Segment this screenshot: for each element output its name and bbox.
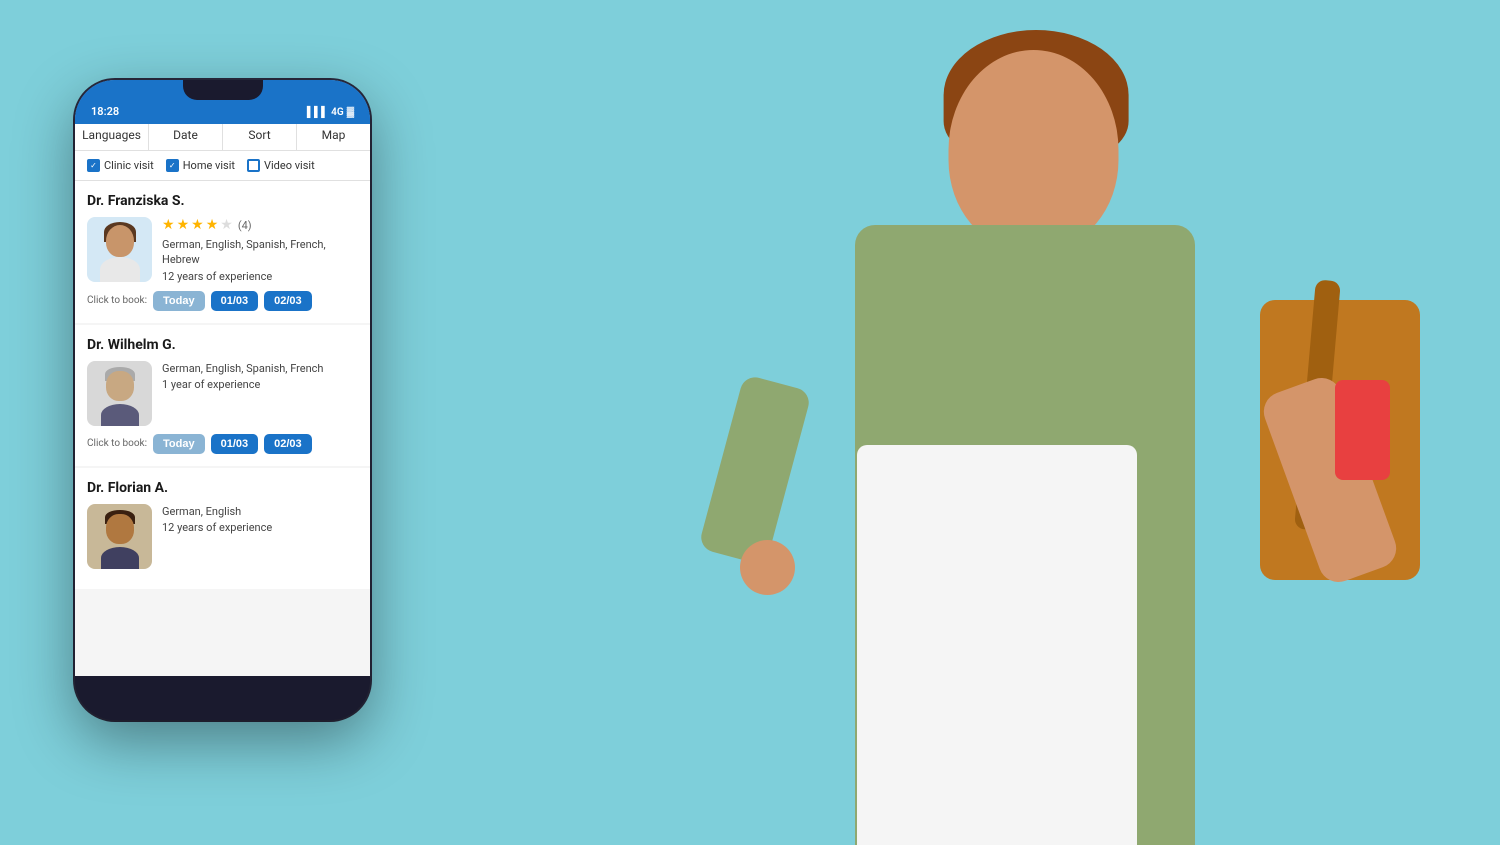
review-count-franziska: (4) (238, 219, 252, 232)
doctor-languages-wilhelm: German, English, Spanish, French (162, 361, 358, 376)
doctor-name-wilhelm: Dr. Wilhelm G. (87, 337, 358, 353)
signal-icon: ▌▌▌ (307, 107, 328, 118)
person-held-phone (1335, 380, 1390, 480)
person-shirt (857, 445, 1137, 845)
battery-icon: ▓ (347, 107, 354, 118)
avatar-head-florian (106, 514, 134, 544)
doctor-experience-franziska: 12 years of experience (162, 270, 358, 283)
doctor-experience-wilhelm: 1 year of experience (162, 378, 358, 391)
visit-type-home[interactable]: Home visit (166, 159, 235, 172)
video-label: Video visit (264, 159, 315, 172)
phone-frame: 18:28 ▌▌▌ 4G ▓ ‹ General Doctor (22 foun… (75, 80, 370, 720)
book-date1-wilhelm[interactable]: 01/03 (211, 434, 259, 454)
tab-sort[interactable]: Sort (223, 120, 297, 150)
doctors-list: Dr. Franziska S. ★ ★ (75, 181, 370, 676)
visit-type-video[interactable]: Video visit (247, 159, 315, 172)
doctor-info-wilhelm: German, English, Spanish, French 1 year … (87, 361, 358, 426)
avatar-head (106, 225, 134, 257)
clinic-checkbox[interactable] (87, 159, 100, 172)
star-5: ★ (220, 217, 233, 233)
status-icons: ▌▌▌ 4G ▓ (307, 107, 354, 118)
avatar-body (100, 257, 140, 282)
avatar-male-wilhelm (87, 361, 152, 426)
avatar-body-florian (101, 547, 139, 569)
doctor-info-franziska: ★ ★ ★ ★ ★ (4) German, English, Spanish, … (87, 217, 358, 283)
doctor-avatar-wilhelm (87, 361, 152, 426)
person-jacket (855, 225, 1195, 845)
filter-tabs: Languages Date Sort Map (75, 120, 370, 151)
tab-date[interactable]: Date (149, 120, 223, 150)
avatar-body-wilhelm (101, 404, 139, 426)
doctor-languages-florian: German, English (162, 504, 358, 519)
doctor-avatar-franziska (87, 217, 152, 282)
booking-row-wilhelm: Click to book: Today 01/03 02/03 (87, 434, 358, 454)
doctor-rating-franziska: ★ ★ ★ ★ ★ (4) (162, 217, 358, 233)
book-today-wilhelm[interactable]: Today (153, 434, 205, 454)
person-head (949, 50, 1119, 250)
star-2: ★ (177, 217, 190, 233)
time-display: 18:28 (91, 105, 119, 118)
avatar-female-franziska (87, 217, 152, 282)
network-icon: 4G (331, 107, 344, 118)
status-bar: 18:28 ▌▌▌ 4G ▓ (75, 80, 370, 124)
avatar-male-florian (87, 504, 152, 569)
phone-screen: ‹ General Doctor (22 found) ⋮ Languages … (75, 80, 370, 676)
book-date2-wilhelm[interactable]: 02/03 (264, 434, 312, 454)
tab-languages[interactable]: Languages (75, 120, 149, 150)
home-checkbox[interactable] (166, 159, 179, 172)
doctor-details-florian: German, English 12 years of experience (162, 504, 358, 569)
doctor-card-florian: Dr. Florian A. German, English 12 years … (75, 468, 370, 589)
booking-row-franziska: Click to book: Today 01/03 02/03 (87, 291, 358, 311)
doctor-card-wilhelm: Dr. Wilhelm G. German, English, Spanish,… (75, 325, 370, 466)
doctor-card-franziska: Dr. Franziska S. ★ ★ (75, 181, 370, 323)
person-arm-left (698, 374, 812, 566)
doctor-avatar-florian (87, 504, 152, 569)
book-today-franziska[interactable]: Today (153, 291, 205, 311)
person-hand-left (740, 540, 795, 595)
star-3: ★ (191, 217, 204, 233)
doctor-name-florian: Dr. Florian A. (87, 480, 358, 496)
clinic-label: Clinic visit (104, 159, 154, 172)
doctor-details-franziska: ★ ★ ★ ★ ★ (4) German, English, Spanish, … (162, 217, 358, 283)
avatar-head-wilhelm (106, 371, 134, 401)
click-to-book-wilhelm: Click to book: (87, 438, 147, 449)
click-to-book-franziska: Click to book: (87, 295, 147, 306)
book-date1-franziska[interactable]: 01/03 (211, 291, 259, 311)
doctor-languages-franziska: German, English, Spanish, French, Hebrew (162, 237, 358, 268)
person-illustration (600, 0, 1450, 845)
tab-map[interactable]: Map (297, 120, 370, 150)
home-label: Home visit (183, 159, 235, 172)
star-4: ★ (206, 217, 219, 233)
visit-type-clinic[interactable]: Clinic visit (87, 159, 154, 172)
doctor-name-franziska: Dr. Franziska S. (87, 193, 358, 209)
phone-notch (183, 80, 263, 100)
visit-type-filters: Clinic visit Home visit Video visit (75, 151, 370, 181)
video-checkbox[interactable] (247, 159, 260, 172)
phone-mockup: 18:28 ▌▌▌ 4G ▓ ‹ General Doctor (22 foun… (75, 80, 370, 720)
status-time: 18:28 (91, 105, 119, 118)
doctor-info-florian: German, English 12 years of experience (87, 504, 358, 569)
book-date2-franziska[interactable]: 02/03 (264, 291, 312, 311)
star-1: ★ (162, 217, 175, 233)
doctor-experience-florian: 12 years of experience (162, 521, 358, 534)
doctor-details-wilhelm: German, English, Spanish, French 1 year … (162, 361, 358, 426)
